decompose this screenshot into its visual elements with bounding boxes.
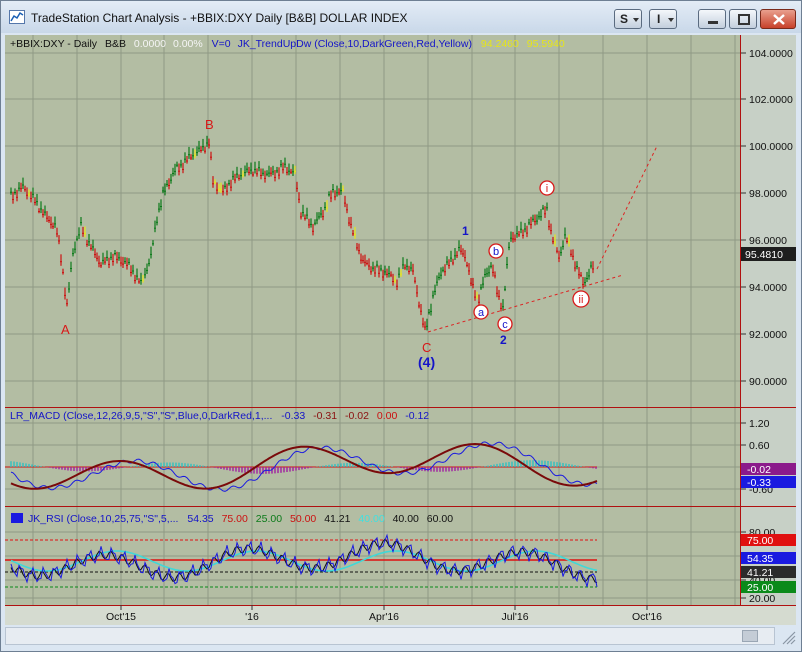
app-chart-icon (9, 10, 25, 24)
title-bar[interactable]: TradeStation Chart Analysis - +BBIX:DXY … (1, 1, 801, 33)
time-tick-label: Jul'16 (501, 611, 528, 623)
macd-badge-line-value: -0.33 (747, 477, 771, 489)
restore-icon (738, 14, 750, 25)
study-value-2: 95.5940 (527, 38, 565, 50)
time-tick-label: '16 (245, 611, 259, 623)
price-tick-label: 104.0000 (749, 48, 793, 60)
wave-label-1: 1 (462, 224, 469, 238)
rsi-value-7: 40.00 (393, 513, 419, 525)
price-tick-label: 100.0000 (749, 141, 793, 153)
macd-tick-label: 0.60 (749, 440, 770, 452)
wave-label-i: i (539, 180, 555, 196)
price-tick-label: 94.0000 (749, 282, 787, 294)
rsi-value-2: 75.00 (222, 513, 248, 525)
minimize-icon (708, 21, 718, 24)
svg-text:ii: ii (579, 294, 584, 306)
macd-value-5: -0.12 (405, 410, 429, 422)
rsi-value-1: 54.35 (187, 513, 213, 525)
rsi-badge-lower-value: 25.00 (747, 582, 773, 594)
wave-label-a-major: A (61, 322, 70, 337)
chevron-down-icon (668, 18, 674, 22)
wave-label-b-major: B (205, 117, 214, 132)
svg-text:i: i (546, 183, 548, 195)
close-icon (773, 14, 785, 25)
style-label: B&B (105, 38, 126, 50)
price-header: +BBIX:DXY - Daily B&B 0.0000 0.00% V=0 J… (10, 38, 565, 50)
last-price-value: 95.4810 (745, 249, 783, 261)
macd-tick-label: 1.20 (749, 418, 770, 430)
macd-value-2: -0.31 (313, 410, 337, 422)
macd-value-3: -0.02 (345, 410, 369, 422)
wave-label-4: (4) (418, 354, 435, 370)
macd-value-4: 0.00 (377, 410, 398, 422)
time-tick-label: Oct'16 (632, 611, 662, 623)
wave-label-2: 2 (500, 333, 507, 347)
volume-value: V=0 (212, 38, 231, 50)
svg-text:c: c (502, 319, 508, 331)
chevron-down-icon (633, 18, 639, 22)
price-tick-label: 102.0000 (749, 94, 793, 106)
wave-label-a-minor: a (473, 304, 489, 320)
study-label: JK_TrendUpDw (Close,10,DarkGreen,Red,Yel… (238, 38, 472, 50)
wave-label-ii: ii (572, 290, 590, 308)
svg-text:a: a (478, 307, 485, 319)
pct-value: 0.00% (173, 38, 203, 50)
macd-header: LR_MACD (Close,12,26,9,5,"S","S",Blue,0,… (10, 410, 429, 422)
restore-button[interactable] (729, 9, 757, 29)
price-panel-bg (5, 35, 741, 407)
rsi-icon (11, 513, 23, 523)
minimize-button[interactable] (698, 9, 726, 29)
study-value-1: 94.2460 (481, 38, 519, 50)
macd-study-label: LR_MACD (Close,12,26,9,5,"S","S",Blue,0,… (10, 410, 272, 422)
rsi-study-label: JK_RSI (Close,10,25,75,"S",5,... (28, 513, 178, 525)
resize-grip-icon[interactable] (779, 631, 797, 645)
rsi-value-8: 60.00 (427, 513, 453, 525)
scrollbar-thumb[interactable] (742, 630, 758, 642)
symbol-label: +BBIX:DXY - Daily (10, 38, 98, 50)
window-title: TradeStation Chart Analysis - +BBIX:DXY … (31, 11, 408, 25)
rsi-badge-avg-value: 41.21 (747, 567, 773, 579)
price-tick-label: 92.0000 (749, 329, 787, 341)
horizontal-scrollbar[interactable] (5, 627, 775, 645)
rsi-badge-upper-value: 75.00 (747, 535, 773, 547)
macd-value-1: -0.33 (281, 410, 305, 422)
price-tick-label: 90.0000 (749, 376, 787, 388)
price-axis-bg (741, 35, 796, 407)
macd-badge-hist-value: -0.02 (747, 464, 771, 476)
rsi-value-3: 25.00 (256, 513, 282, 525)
svg-text:b: b (493, 246, 499, 258)
price-tick-label: 98.0000 (749, 188, 787, 200)
price-tick-label: 96.0000 (749, 235, 787, 247)
rsi-value-5: 41.21 (324, 513, 350, 525)
style-menu-button[interactable]: S (614, 9, 642, 29)
rsi-tick-label: 20.00 (749, 593, 775, 605)
wave-label-c-minor: c (497, 316, 513, 332)
application-window: TradeStation Chart Analysis - +BBIX:DXY … (0, 0, 802, 652)
wave-label-c-major: C (422, 340, 431, 355)
time-tick-label: Oct'15 (106, 611, 136, 623)
wave-label-b-minor: b (488, 243, 504, 259)
rsi-value-6: 40.00 (358, 513, 384, 525)
rsi-badge-rsi-value: 54.35 (747, 553, 773, 565)
chart-area[interactable]: +BBIX:DXY - Daily B&B 0.0000 0.00% V=0 J… (5, 35, 796, 625)
close-button[interactable] (760, 9, 796, 29)
time-tick-label: Apr'16 (369, 611, 399, 623)
rsi-value-4: 50.00 (290, 513, 316, 525)
data-menu-button[interactable]: I (649, 9, 677, 29)
change-value: 0.0000 (134, 38, 166, 50)
